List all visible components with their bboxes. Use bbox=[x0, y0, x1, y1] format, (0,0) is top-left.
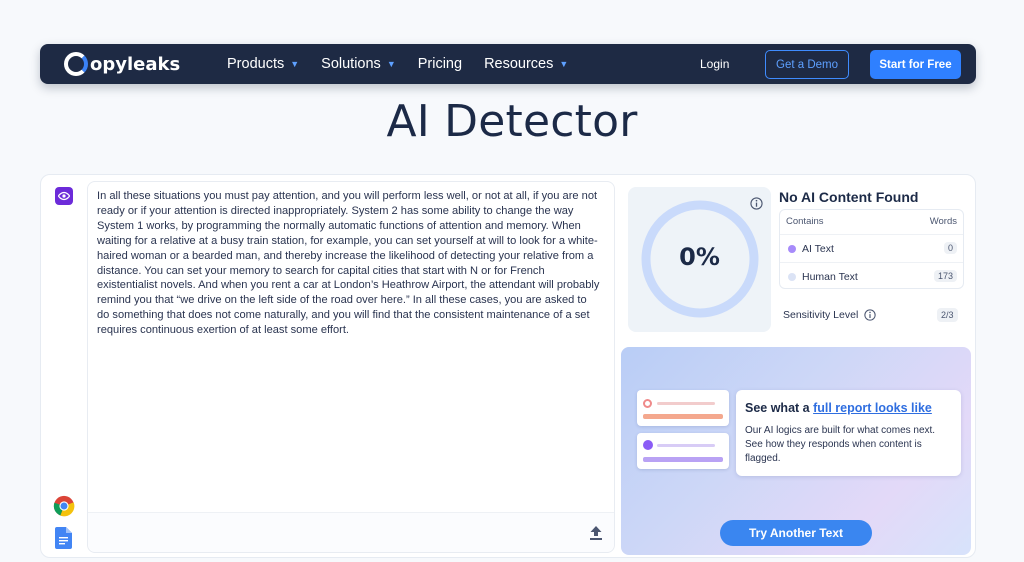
full-report-link[interactable]: full report looks like bbox=[813, 401, 932, 415]
get-demo-button[interactable]: Get a Demo bbox=[765, 50, 849, 79]
report-preview-card bbox=[637, 390, 729, 426]
row-label: Human Text bbox=[788, 271, 858, 283]
nav-item-label: Solutions bbox=[321, 56, 381, 72]
nav-item-label: Pricing bbox=[417, 56, 463, 72]
promo-body: Our AI logics are built for what comes n… bbox=[745, 425, 936, 464]
top-nav: opyleaks Products ▼ Solutions ▼ Pricing Re… bbox=[40, 44, 976, 84]
result-title: No AI Content Found bbox=[779, 189, 919, 205]
chevron-down-icon: ▼ bbox=[386, 59, 396, 69]
alert-ring-icon bbox=[643, 399, 652, 408]
chrome-icon[interactable] bbox=[53, 495, 75, 517]
promo-heading-text: See what a bbox=[745, 401, 814, 415]
nav-menu: Products ▼ Solutions ▼ Pricing Resources ▼ bbox=[227, 44, 590, 84]
promo-heading: See what a full report looks like bbox=[745, 401, 932, 415]
nav-item-label: Resources bbox=[484, 56, 554, 72]
nav-item-pricing[interactable]: Pricing bbox=[418, 56, 462, 72]
full-report-promo: See what a full report looks like Our AI… bbox=[621, 347, 971, 555]
ai-text-label: AI Text bbox=[802, 243, 834, 255]
start-free-button[interactable]: Start for Free bbox=[870, 50, 961, 79]
text-area-footer bbox=[88, 512, 614, 552]
table-row: AI Text 0 bbox=[780, 234, 963, 262]
left-toolbar bbox=[41, 175, 85, 557]
info-icon[interactable] bbox=[750, 197, 763, 210]
preview-line bbox=[657, 402, 715, 405]
text-input-area[interactable]: In all these situations you must pay att… bbox=[87, 181, 615, 553]
try-another-text-button[interactable]: Try Another Text bbox=[720, 520, 872, 546]
human-word-count: 173 bbox=[933, 270, 957, 282]
row-label: AI Text bbox=[788, 243, 834, 255]
col-words: Words bbox=[929, 216, 957, 227]
chevron-down-icon: ▼ bbox=[290, 59, 300, 69]
result-table: Contains Words AI Text 0 Human Text 173 bbox=[779, 209, 964, 289]
chevron-down-icon: ▼ bbox=[559, 59, 569, 69]
ai-percent: 0% bbox=[679, 243, 720, 271]
report-preview-card bbox=[637, 433, 729, 469]
preview-bar bbox=[643, 414, 723, 419]
ai-score-gauge: 0% bbox=[628, 187, 771, 332]
sensitivity-label: Sensitivity Level bbox=[783, 309, 859, 321]
logo-c-icon bbox=[64, 52, 88, 76]
detector-card: In all these situations you must pay att… bbox=[40, 174, 976, 558]
ai-word-count: 0 bbox=[943, 242, 957, 254]
analyzed-text[interactable]: In all these situations you must pay att… bbox=[97, 189, 602, 338]
col-contains: Contains bbox=[786, 216, 824, 227]
preview-bar bbox=[643, 457, 723, 462]
eye-icon[interactable] bbox=[55, 187, 73, 205]
page-title: AI Detector bbox=[386, 96, 638, 147]
human-text-label: Human Text bbox=[802, 271, 858, 283]
upload-icon[interactable] bbox=[589, 525, 603, 541]
nav-item-products[interactable]: Products ▼ bbox=[227, 56, 299, 72]
brand-logo[interactable]: opyleaks bbox=[64, 51, 180, 77]
ai-dot bbox=[788, 245, 796, 253]
nav-item-resources[interactable]: Resources ▼ bbox=[484, 56, 568, 72]
table-row: Human Text 173 bbox=[780, 262, 963, 290]
nav-item-label: Products bbox=[227, 56, 285, 72]
ai-badge-icon bbox=[643, 440, 653, 450]
brand-name: opyleaks bbox=[90, 53, 181, 75]
human-dot bbox=[788, 273, 796, 281]
info-icon[interactable] bbox=[864, 309, 876, 321]
nav-item-solutions[interactable]: Solutions ▼ bbox=[321, 56, 396, 72]
google-docs-icon[interactable] bbox=[55, 527, 72, 549]
sensitivity-level: Sensitivity Level bbox=[783, 309, 876, 321]
login-link[interactable]: Login bbox=[700, 57, 729, 71]
sensitivity-value[interactable]: 2/3 bbox=[937, 308, 958, 322]
preview-line bbox=[657, 444, 715, 447]
promo-card: See what a full report looks like Our AI… bbox=[736, 390, 961, 476]
